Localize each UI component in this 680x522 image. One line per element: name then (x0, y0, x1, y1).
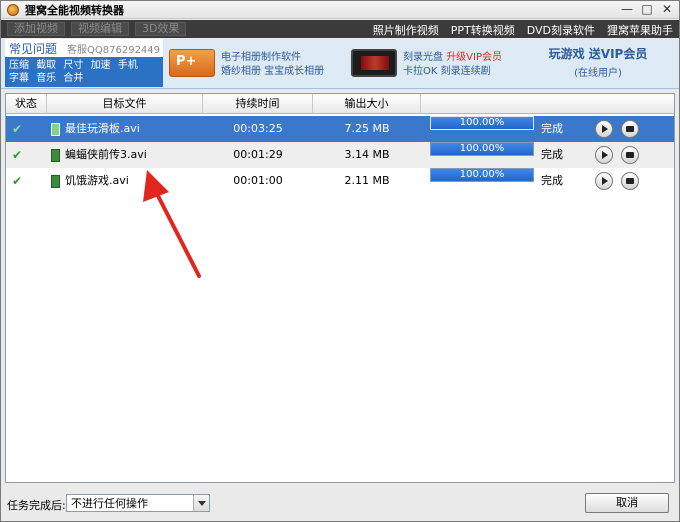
faq-link-cut[interactable]: 截取 (36, 60, 56, 71)
play-icon[interactable] (595, 172, 613, 190)
faq-panel: 常见问题 客服QQ876292449 压缩 截取 尺寸 加速 手机 字幕 音乐 … (5, 39, 163, 87)
header-output-size[interactable]: 输出大小 (313, 94, 421, 114)
output-size: 2.11 MB (344, 174, 390, 187)
duration: 00:01:29 (233, 148, 283, 161)
after-task-value: 不进行任何操作 (71, 497, 148, 510)
header-duration[interactable]: 持续时间 (203, 94, 313, 114)
faq-link-phone[interactable]: 手机 (118, 60, 138, 71)
apple-helper-link[interactable]: 狸窝苹果助手 (607, 22, 673, 38)
file-name: 饥饿游戏.avi (65, 174, 129, 187)
red-arrow-annotation (143, 170, 201, 278)
state: 完成 (541, 148, 563, 161)
faq-link-size[interactable]: 尺寸 (63, 60, 83, 71)
cancel-button[interactable]: 取消 (585, 493, 669, 513)
faq-link-speed[interactable]: 加速 (91, 60, 111, 71)
support-qq: 客服QQ876292449 (67, 44, 161, 56)
output-size: 3.14 MB (344, 148, 390, 161)
3d-effect-button[interactable]: 3D效果 (135, 22, 187, 36)
bottom-bar: 任务完成后: 不进行任何操作 取消 (1, 487, 679, 521)
video-edit-button[interactable]: 视频编辑 (71, 22, 129, 36)
duration: 00:03:25 (233, 122, 283, 135)
progress-bar: 100.00% (430, 116, 534, 130)
state: 完成 (541, 174, 563, 187)
app-logo-icon (7, 3, 19, 16)
check-icon: ✔ (12, 122, 23, 136)
minimize-button[interactable]: — (621, 2, 633, 16)
progress-bar: 100.00% (430, 142, 534, 156)
header-blank (421, 94, 674, 114)
check-icon: ✔ (12, 174, 23, 188)
promo-game[interactable]: 玩游戏 送VIP会员 (在线用户) (523, 45, 673, 79)
video-file-icon (51, 174, 60, 188)
table-row[interactable]: ✔ 饥饿游戏.avi 00:01:00 2.11 MB 100.00% 完成 (6, 168, 674, 194)
toolbar-links: 照片制作视频 PPT转换视频 DVD刻录软件 狸窝苹果助手 (373, 22, 673, 38)
faq-link-subtitle[interactable]: 字幕 (9, 73, 29, 84)
file-name: 最佳玩滑板.avi (65, 122, 140, 135)
close-button[interactable]: ✕ (661, 2, 673, 16)
promo-album[interactable]: 电子相册制作软件 婚纱相册 宝宝成长相册 (169, 43, 339, 83)
table-row[interactable]: ✔ 蝙蝠侠前传3.avi 00:01:29 3.14 MB 100.00% 完成 (6, 142, 674, 168)
promo-burn[interactable]: 刻录光盘 升级VIP会员 卡拉OK 刻录连续剧 (351, 43, 521, 83)
task-complete-label: 任务完成后: (7, 499, 66, 512)
duration: 00:01:00 (233, 174, 283, 187)
dvd-burn-link[interactable]: DVD刻录软件 (527, 22, 595, 38)
video-file-icon (51, 148, 60, 162)
after-task-select[interactable]: 不进行任何操作 (66, 494, 210, 512)
file-name: 蝙蝠侠前传3.avi (65, 148, 147, 161)
header-status[interactable]: 状态 (6, 94, 47, 114)
promo-burn-sub[interactable]: 卡拉OK 刻录连续剧 (403, 65, 502, 79)
promo-banner: 常见问题 客服QQ876292449 压缩 截取 尺寸 加速 手机 字幕 音乐 … (1, 39, 679, 89)
game-subtitle: (在线用户) (574, 68, 622, 79)
file-table: 状态 目标文件 持续时间 输出大小 ✔ 最佳玩滑板.avi 00:03:25 7… (5, 93, 675, 483)
window-controls: — □ ✕ (621, 2, 673, 16)
promo-burn-title[interactable]: 刻录光盘 (403, 52, 443, 63)
table-row[interactable]: ✔ 最佳玩滑板.avi 00:03:25 7.25 MB 100.00% 完成 (6, 116, 674, 142)
window-title: 狸窝全能视频转换器 (25, 3, 124, 17)
progress-bar: 100.00% (430, 168, 534, 182)
open-folder-icon[interactable] (621, 172, 639, 190)
faq-title[interactable]: 常见问题 (9, 40, 57, 57)
progress-text: 100.00% (459, 143, 505, 154)
faq-links: 压缩 截取 尺寸 加速 手机 字幕 音乐 合并 (5, 57, 163, 87)
play-icon[interactable] (595, 120, 613, 138)
output-size: 7.25 MB (344, 122, 390, 135)
app-window: 狸窝全能视频转换器 — □ ✕ 添加视频 视频编辑 3D效果 照片制作视频 PP… (0, 0, 680, 522)
title-bar: 狸窝全能视频转换器 — □ ✕ (1, 1, 679, 19)
film-icon (351, 49, 397, 77)
ppt-icon (169, 49, 215, 77)
ppt-to-video-link[interactable]: PPT转换视频 (451, 22, 515, 38)
promo-album-title[interactable]: 电子相册制作软件 (221, 51, 324, 65)
faq-link-merge[interactable]: 合并 (63, 73, 83, 84)
open-folder-icon[interactable] (621, 120, 639, 138)
header-target-file[interactable]: 目标文件 (47, 94, 203, 114)
state: 完成 (541, 122, 563, 135)
progress-text: 100.00% (459, 169, 505, 180)
faq-link-music[interactable]: 音乐 (36, 73, 56, 84)
video-file-icon (51, 122, 60, 136)
faq-link-compress[interactable]: 压缩 (9, 60, 29, 71)
promo-album-sub[interactable]: 婚纱相册 宝宝成长相册 (221, 65, 324, 79)
game-title[interactable]: 玩游戏 送VIP会员 (523, 45, 673, 62)
check-icon: ✔ (12, 148, 23, 162)
play-icon[interactable] (595, 146, 613, 164)
promo-vip-link[interactable]: 升级VIP会员 (446, 52, 502, 63)
open-folder-icon[interactable] (621, 146, 639, 164)
photo-to-video-link[interactable]: 照片制作视频 (373, 22, 439, 38)
maximize-button[interactable]: □ (641, 2, 653, 16)
chevron-down-icon[interactable] (193, 495, 209, 511)
toolbar: 添加视频 视频编辑 3D效果 照片制作视频 PPT转换视频 DVD刻录软件 狸窝… (1, 20, 679, 38)
add-video-button[interactable]: 添加视频 (7, 22, 65, 36)
progress-text: 100.00% (459, 117, 505, 128)
table-header: 状态 目标文件 持续时间 输出大小 (6, 94, 674, 114)
